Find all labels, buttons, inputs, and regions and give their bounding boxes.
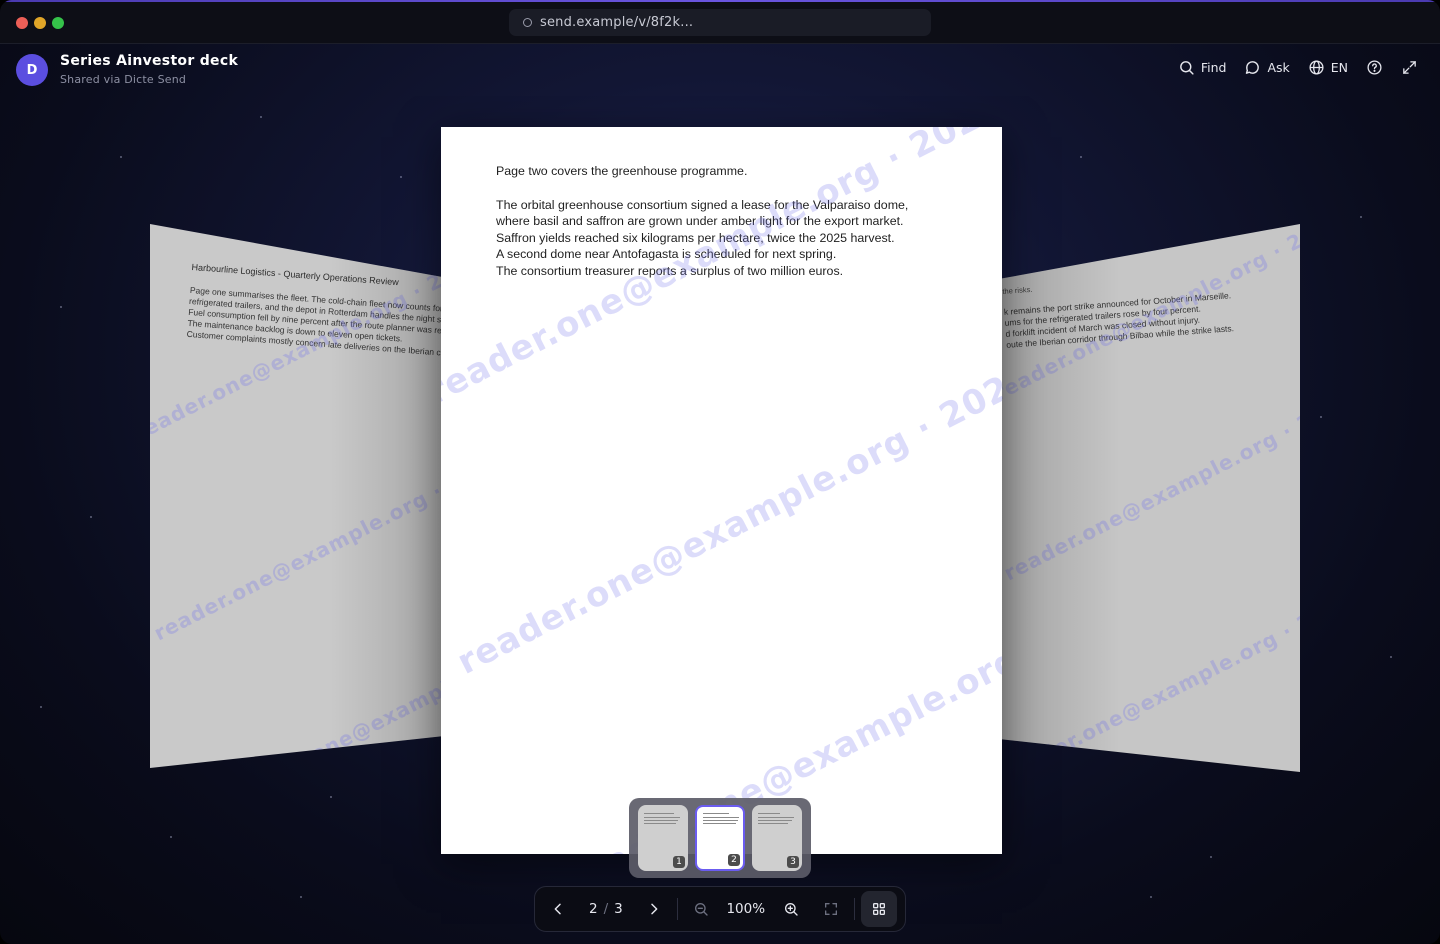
page-separator: / [603,901,609,917]
zoom-in-button[interactable] [774,892,808,926]
page-1-preview[interactable]: Harbourline Logistics - Quarterly Operat… [150,224,450,768]
globe-icon [1309,60,1324,75]
viewer-stage: Harbourline Logistics - Quarterly Operat… [0,96,1440,944]
thumbnail-page-1[interactable]: 1 [638,805,688,871]
next-page-button[interactable] [637,892,671,926]
previous-page-button[interactable] [541,892,575,926]
page-3-preview[interactable]: the risks. k remains the port strike ann… [1000,224,1300,772]
watermark: reader.one@example.org · 2026-09-06 [1000,552,1300,772]
total-pages: 3 [614,901,623,917]
zoom-in-icon [784,903,798,916]
page-2-text: Page two covers the greenhouse programme… [496,163,908,279]
watermark: reader.one@example.org · 2026-09-06 [451,298,1002,683]
chevron-right-icon [651,903,658,915]
page-2-line: Saffron yields reached six kilograms per… [496,230,895,245]
zoom-out-icon [694,903,708,916]
watermark: reader.one@example.org · 2026-09-06 [150,412,450,646]
thumbnail-page-3[interactable]: 3 [752,805,802,871]
thumbnail-number: 2 [728,854,740,866]
thumbnail-number: 1 [673,856,685,868]
browser-chrome: send.example/v/8f2k... [0,2,1440,44]
window-maximize-button[interactable] [52,17,64,29]
window-close-button[interactable] [16,17,28,29]
thumbnail-strip: 1 2 3 [629,798,811,878]
chevron-left-icon [554,903,561,915]
page-2-line: A second dome near Antofagasta is schedu… [496,247,837,261]
watermark: reader.one@example.org · 2026-09-06 [230,572,450,768]
find-label: Find [1200,60,1227,75]
fit-page-button[interactable] [814,892,848,926]
fullscreen-button[interactable] [1401,59,1418,76]
expand-icon [1403,61,1416,74]
chat-bubble-icon [1246,61,1260,74]
avatar[interactable]: D [16,54,48,86]
language-button[interactable]: EN [1308,59,1348,76]
page-2-line: where basil and saffron are grown under … [496,214,904,228]
page-2-intro: Page two covers the greenhouse programme… [496,164,748,178]
toolbar-divider [853,898,855,920]
find-button[interactable]: Find [1178,59,1227,76]
language-label: EN [1330,60,1348,75]
watermark: reader.one@example.org · 2026-09-06 [1000,352,1300,586]
thumbnail-page-2[interactable]: 2 [695,805,745,871]
search-icon [1179,61,1194,75]
page-2-line: The consortium treasurer reports a surpl… [496,263,844,278]
help-circle-icon [1367,60,1382,75]
ask-button[interactable]: Ask [1244,59,1290,76]
ask-label: Ask [1267,60,1290,75]
help-button[interactable] [1366,59,1383,76]
zoom-level: 100% [726,901,766,917]
url-text: send.example/v/8f2k... [540,15,694,30]
grid-icon [872,903,885,915]
header-actions: Find Ask EN [1178,59,1418,76]
document-subtitle: Shared via Dicte Send [60,73,187,86]
thumbnail-number: 3 [787,856,799,868]
bottom-toolbar: 2 / 3 100% [534,886,906,932]
site-info-icon [523,18,532,27]
page-3-text: the risks. k remains the port strike ann… [1002,269,1234,351]
window-minimize-button[interactable] [34,17,46,29]
page-1-text: Harbourline Logistics - Quarterly Operat… [186,262,449,359]
current-page-number[interactable]: 2 [589,901,598,917]
grid-view-button[interactable] [860,891,897,927]
address-bar[interactable]: send.example/v/8f2k... [509,9,931,36]
page-2-line: The orbital greenhouse consortium signed… [496,197,909,212]
fit-screen-icon [824,903,837,915]
zoom-out-button[interactable] [684,892,718,926]
app-window: send.example/v/8f2k... D Series Ainvesto… [0,0,1440,944]
viewer-header: D Series Ainvestor deck Shared via Dicte… [0,44,1440,96]
document-title: Series Ainvestor deck [60,53,239,69]
toolbar-divider [676,898,678,920]
page-2-current[interactable]: Page two covers the greenhouse programme… [441,127,1002,854]
